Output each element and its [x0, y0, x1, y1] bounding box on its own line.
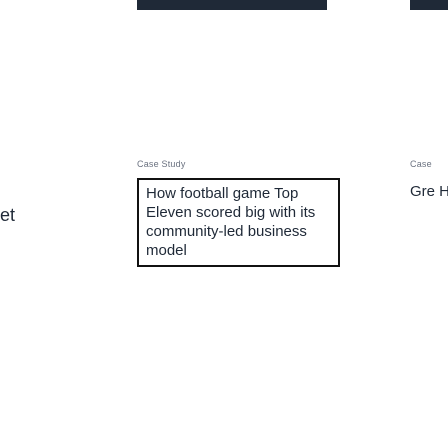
next-case-study-thumbnail[interactable]	[410, 0, 448, 10]
next-case-study-card: Case Gre Hot trav	[410, 158, 448, 201]
case-study-eyebrow: Case Study	[137, 159, 186, 169]
case-study-title-link[interactable]: How football game Top Eleven scored big …	[137, 178, 340, 267]
case-study-card: Case Study How football game Top Eleven …	[137, 158, 340, 267]
next-case-study-eyebrow: Case	[410, 159, 432, 169]
case-study-thumbnail[interactable]	[137, 0, 327, 10]
next-case-study-title-link[interactable]: Gre Hot trav	[410, 178, 448, 201]
next-case-study-title-text: Gre Hot trav	[410, 183, 448, 200]
previous-card-title-fragment[interactable]: et	[0, 204, 30, 226]
